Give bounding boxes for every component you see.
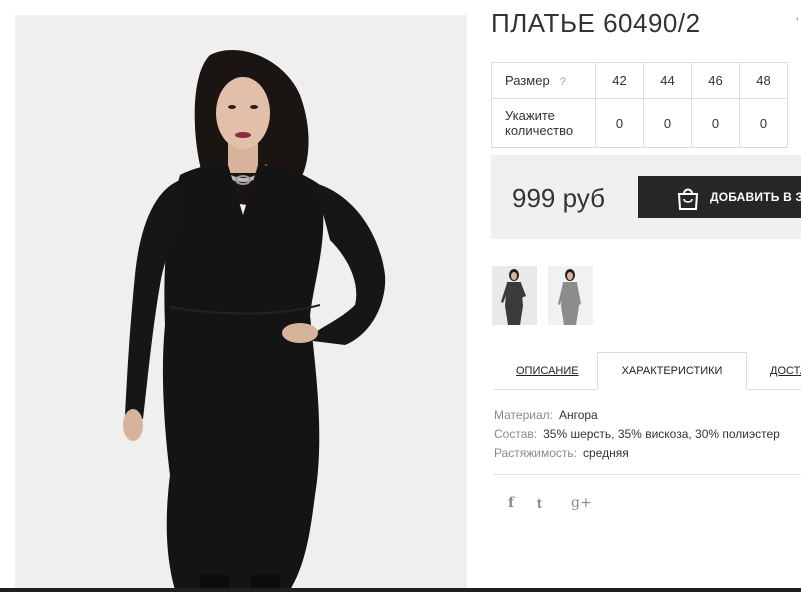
share-divider <box>494 474 801 475</box>
size-label-cell: Размер? <box>491 62 596 99</box>
spec-value: средняя <box>583 446 629 460</box>
size-row: Размер? 42 44 46 48 <box>491 62 788 99</box>
product-title: ПЛАТЬЕ 60490/2 <box>491 8 701 38</box>
spec-row: Растяжимость: средняя <box>494 444 780 463</box>
size-value: 42 <box>595 62 644 99</box>
thumbnail-front[interactable] <box>492 266 537 325</box>
tab-characteristics[interactable]: ХАРАКТЕРИСТИКИ <box>597 352 747 390</box>
facebook-icon[interactable]: f <box>508 495 514 511</box>
size-value: 46 <box>691 62 740 99</box>
spec-value: Ангора <box>558 408 598 422</box>
thumbnail-dress-image <box>492 266 537 325</box>
tab-description[interactable]: ОПИСАНИЕ <box>516 352 579 390</box>
add-to-cart-button[interactable]: ДОБАВИТЬ В ЗА <box>638 176 801 218</box>
spec-key: Материал: <box>494 408 553 422</box>
product-main-photo[interactable] <box>15 15 467 590</box>
spec-key: Растяжимость: <box>494 446 578 460</box>
corner-mark: ' <box>796 14 799 30</box>
quantity-label: Укажите количество <box>491 98 596 148</box>
spec-row: Материал: Ангора <box>494 406 780 425</box>
specs-list: Материал: Ангора Состав: 35% шерсть, 35% в… <box>494 406 780 463</box>
bottom-taskbar-strip <box>0 588 801 592</box>
size-label: Размер <box>505 73 550 88</box>
size-value: 44 <box>643 62 692 99</box>
quantity-input[interactable]: 0 <box>643 98 692 148</box>
quantity-input[interactable]: 0 <box>691 98 740 148</box>
model-in-dress-illustration <box>15 15 467 590</box>
product-tabs: ОПИСАНИЕ ХАРАКТЕРИСТИКИ ДОСТА <box>494 352 801 390</box>
tab-delivery[interactable]: ДОСТА <box>770 352 801 390</box>
quantity-input[interactable]: 0 <box>595 98 644 148</box>
thumbnail-dress-image <box>548 266 593 325</box>
quantity-row: Укажите количество 0 0 0 0 <box>491 98 788 148</box>
quantity-input[interactable]: 0 <box>739 98 788 148</box>
spec-key: Состав: <box>494 427 538 441</box>
spec-row: Состав: 35% шерсть, 35% вискоза, 30% поли… <box>494 425 780 444</box>
size-help-icon[interactable]: ? <box>560 76 566 88</box>
price-panel: 999 руб ДОБАВИТЬ В ЗА <box>491 155 801 239</box>
thumbnail-grey[interactable] <box>548 266 593 325</box>
size-value: 48 <box>739 62 788 99</box>
spec-value: 35% шерсть, 35% вискоза, 30% полиэстер <box>543 427 780 441</box>
price: 999 руб <box>512 183 605 213</box>
twitter-icon[interactable]: t <box>537 495 542 511</box>
size-table: Размер? 42 44 46 48 Укажите количество 0… <box>491 62 788 148</box>
add-to-cart-label: ДОБАВИТЬ В ЗА <box>710 190 801 204</box>
cart-bag-icon <box>677 188 699 210</box>
google-plus-icon[interactable]: g+ <box>571 495 592 511</box>
